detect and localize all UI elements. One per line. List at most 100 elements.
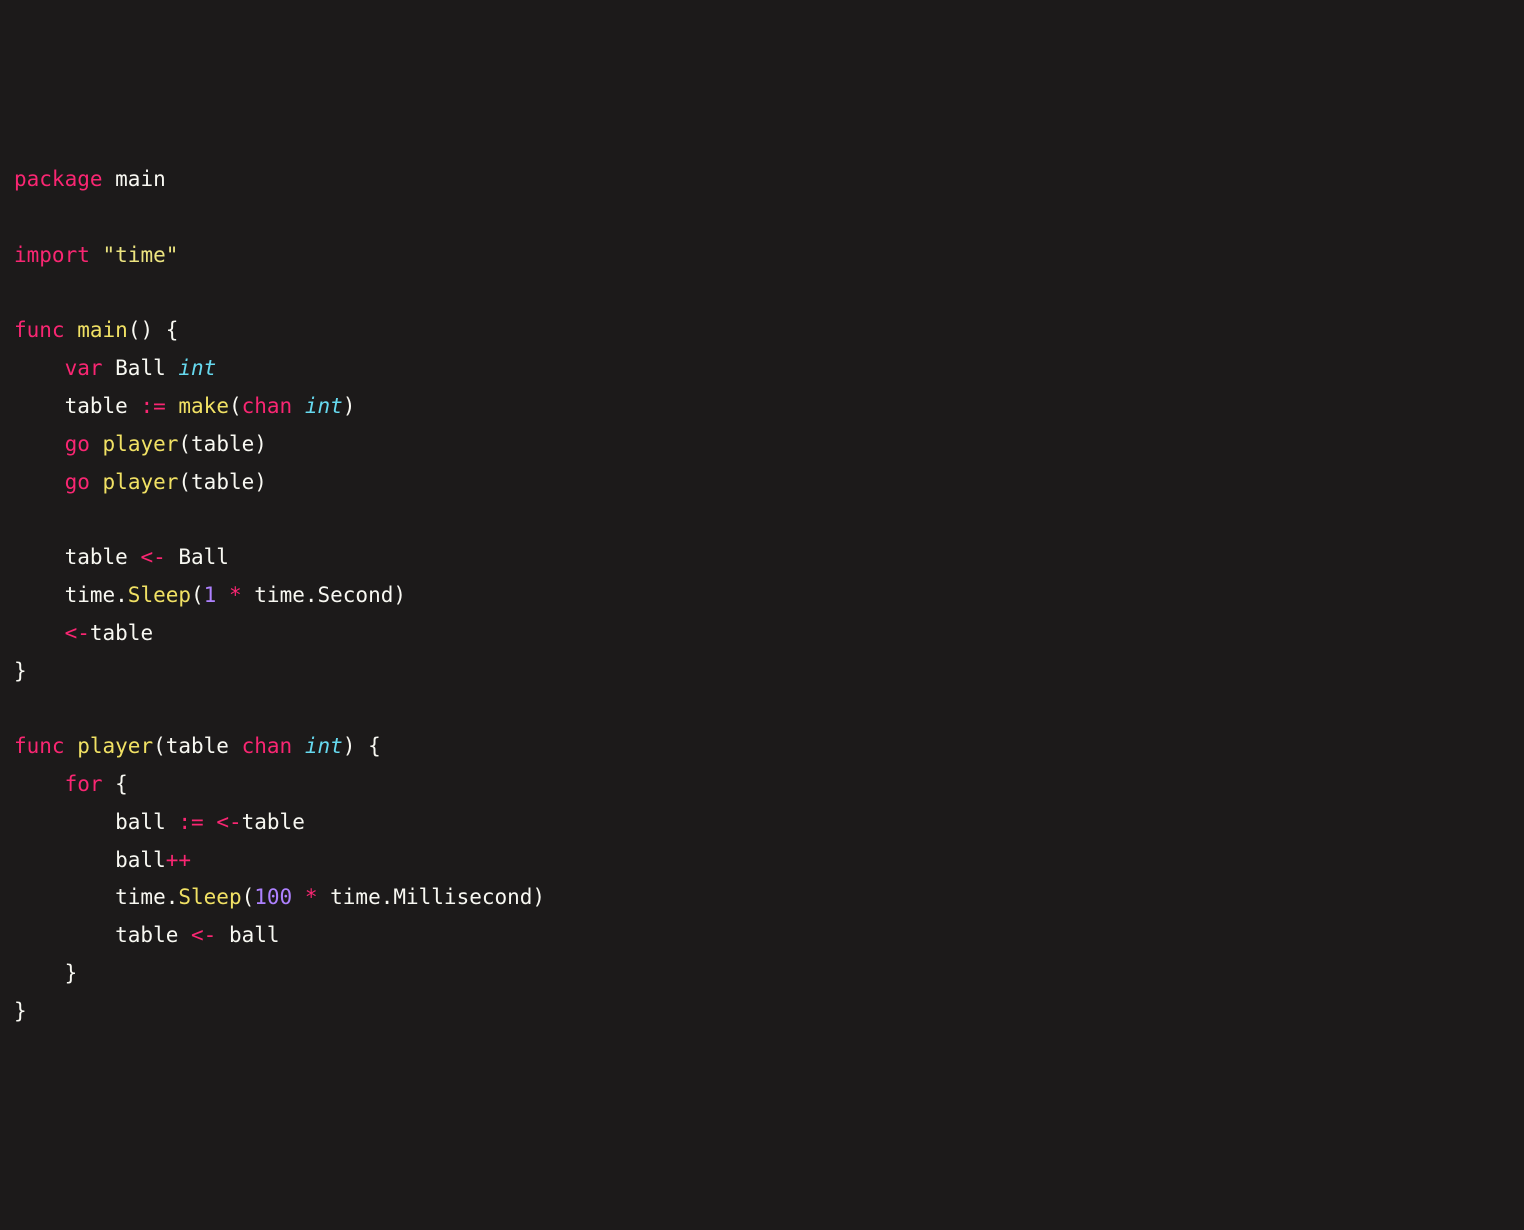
code-token: := [178,810,203,834]
code-token: ball [14,848,166,872]
code-token: Ball [166,545,229,569]
code-token: table [14,545,140,569]
go-code-block: package main import "time" func main() {… [14,161,1510,1030]
code-token: * [305,885,318,909]
code-token: 100 [254,885,292,909]
code-token: } [65,961,78,985]
code-token: time.Second) [242,583,406,607]
code-token: (table [153,734,242,758]
code-token: (table) [178,432,267,456]
code-token: chan [242,734,293,758]
code-line: ball++ [14,842,1510,880]
code-token: time. [14,885,178,909]
code-token: () { [128,318,179,342]
code-line [14,199,1510,237]
code-token: time.Millisecond) [318,885,546,909]
code-line: import "time" [14,237,1510,275]
code-token: { [103,772,128,796]
code-token: := [140,394,165,418]
code-token: table [14,394,140,418]
code-line: package main [14,161,1510,199]
code-token: ( [191,583,204,607]
code-token [14,432,65,456]
code-token: table [14,923,191,947]
code-token: <- [216,810,241,834]
code-token: "time" [103,243,179,267]
code-token [90,243,103,267]
code-token: int [305,394,343,418]
code-token: time. [14,583,128,607]
code-token: ball [14,810,178,834]
code-line: table <- Ball [14,539,1510,577]
code-token: * [229,583,242,607]
code-token: <- [140,545,165,569]
code-token: func [14,734,65,758]
code-token: var [65,356,103,380]
code-line: <-table [14,615,1510,653]
code-line: var Ball int [14,350,1510,388]
code-line: time.Sleep(100 * time.Millisecond) [14,879,1510,917]
code-token [65,734,78,758]
code-token: ++ [166,848,191,872]
code-token: Sleep [178,885,241,909]
code-token: main [103,167,166,191]
code-token: func [14,318,65,342]
code-token [14,621,65,645]
code-token [65,318,78,342]
code-token: ( [229,394,242,418]
code-token: table [90,621,153,645]
code-token [14,356,65,380]
code-token [90,470,103,494]
code-line [14,690,1510,728]
code-token: table [242,810,305,834]
code-line: func main() { [14,312,1510,350]
code-token [14,961,65,985]
code-line: table := make(chan int) [14,388,1510,426]
code-token: go [65,432,90,456]
code-token: int [305,734,343,758]
code-token [292,734,305,758]
code-token [14,470,65,494]
code-token: } [14,659,27,683]
code-token: player [103,432,179,456]
code-line: ball := <-table [14,804,1510,842]
code-line: go player(table) [14,464,1510,502]
code-token: <- [191,923,216,947]
code-token: package [14,167,103,191]
code-token: int [178,356,216,380]
code-token: import [14,243,90,267]
code-line: time.Sleep(1 * time.Second) [14,577,1510,615]
code-token [166,394,179,418]
code-token: go [65,470,90,494]
code-token: make [178,394,229,418]
code-line: func player(table chan int) { [14,728,1510,766]
code-token: ball [216,923,279,947]
code-line: } [14,653,1510,691]
code-token: player [103,470,179,494]
code-line [14,501,1510,539]
code-line: for { [14,766,1510,804]
code-token: ) [343,394,356,418]
code-line: } [14,955,1510,993]
code-token: ( [242,885,255,909]
code-token [292,885,305,909]
code-token [204,810,217,834]
code-token: } [14,999,27,1023]
code-token: Sleep [128,583,191,607]
code-line: go player(table) [14,426,1510,464]
code-line [14,275,1510,313]
code-token: player [77,734,153,758]
code-token: main [77,318,128,342]
code-token: 1 [204,583,217,607]
code-line: } [14,993,1510,1031]
code-token: chan [242,394,293,418]
code-token: Ball [103,356,179,380]
code-token [216,583,229,607]
code-token [90,432,103,456]
code-token: (table) [178,470,267,494]
code-token: ) { [343,734,381,758]
code-token: for [65,772,103,796]
code-token: <- [65,621,90,645]
code-token [14,772,65,796]
code-token [292,394,305,418]
